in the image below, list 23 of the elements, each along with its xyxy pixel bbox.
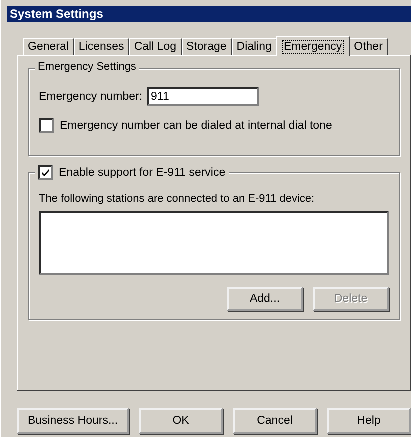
tab[interactable]: Other xyxy=(349,38,388,55)
window-title: System Settings xyxy=(10,7,104,21)
tab[interactable]: Licenses xyxy=(74,38,130,55)
checkbox[interactable] xyxy=(38,165,53,180)
dialog-button[interactable]: OK xyxy=(139,408,223,434)
dialog-button[interactable]: Cancel xyxy=(233,408,317,434)
tab[interactable]: Dialing xyxy=(232,38,277,55)
checkbox[interactable] xyxy=(39,118,54,133)
stations-list[interactable] xyxy=(39,211,389,275)
checkbox-label: Enable support for E-911 service xyxy=(59,166,226,178)
dialog-button[interactable]: Help xyxy=(327,408,411,434)
field-label: Emergency number: xyxy=(39,90,144,102)
tab[interactable]: Emergency xyxy=(276,36,350,56)
tab[interactable]: General xyxy=(23,38,74,55)
dialog-button[interactable]: Business Hours... xyxy=(17,408,129,434)
add-button[interactable]: Add... xyxy=(227,287,303,311)
checkmark-icon xyxy=(41,168,50,177)
checkbox-label: Emergency number can be dialed at internal dial tone xyxy=(60,120,332,132)
description-text: The following stations are connected to an E-911 device: xyxy=(39,193,316,205)
input-field[interactable]: 911 xyxy=(147,87,259,106)
tab[interactable]: Storage xyxy=(182,38,232,55)
tab[interactable]: Call Log xyxy=(129,38,182,55)
group-title: Emergency Settings xyxy=(35,61,140,73)
